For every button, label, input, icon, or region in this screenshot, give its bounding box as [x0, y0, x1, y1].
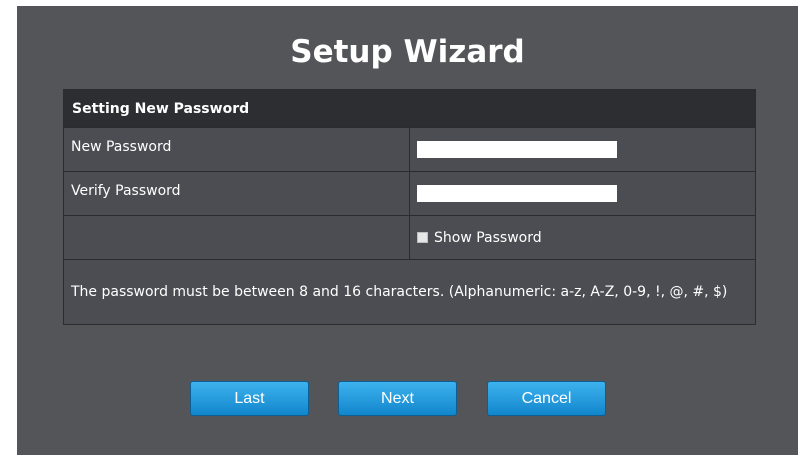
show-password-row: Show Password — [63, 215, 756, 260]
cancel-button[interactable]: Cancel — [487, 381, 606, 416]
new-password-input[interactable] — [417, 141, 617, 158]
verify-password-input[interactable] — [417, 185, 617, 202]
show-password-toggle[interactable]: Show Password — [417, 230, 755, 246]
last-button[interactable]: Last — [190, 381, 309, 416]
verify-password-label: Verify Password — [71, 182, 181, 199]
setup-wizard-panel: Setup Wizard Setting New Password New Pa… — [17, 6, 798, 455]
section-title: Setting New Password — [63, 89, 756, 128]
wizard-buttons: Last Next Cancel — [17, 381, 798, 416]
section-header-row: Setting New Password — [63, 89, 756, 128]
verify-password-value-cell — [409, 171, 756, 216]
password-form-table: Setting New Password New Password Verify… — [63, 89, 756, 325]
show-password-cell: Show Password — [409, 215, 756, 260]
new-password-label-cell: New Password — [63, 127, 410, 172]
empty-label-cell — [63, 215, 410, 260]
next-button[interactable]: Next — [338, 381, 457, 416]
show-password-checkbox[interactable] — [417, 232, 428, 243]
show-password-label: Show Password — [434, 229, 542, 246]
verify-password-row: Verify Password — [63, 171, 756, 216]
new-password-value-cell — [409, 127, 756, 172]
page-title: Setup Wizard — [290, 34, 525, 70]
new-password-label: New Password — [71, 138, 172, 155]
new-password-row: New Password — [63, 127, 756, 172]
password-rules-note: The password must be between 8 and 16 ch… — [63, 259, 756, 325]
verify-password-label-cell: Verify Password — [63, 171, 410, 216]
password-note-row: The password must be between 8 and 16 ch… — [63, 259, 756, 325]
